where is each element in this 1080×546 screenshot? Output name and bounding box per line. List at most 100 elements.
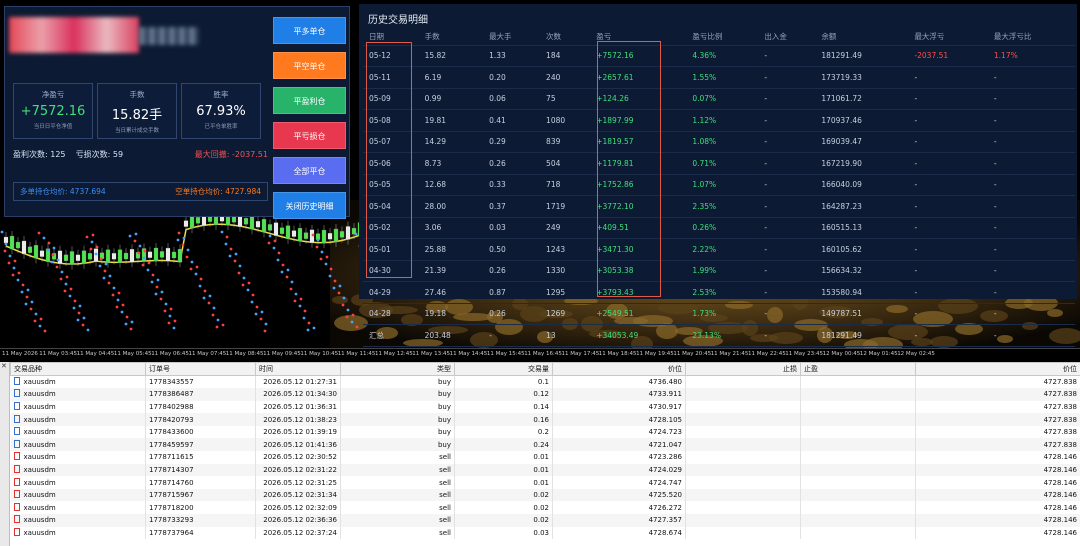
- order-cell: 1778420793: [145, 413, 256, 426]
- history-cell: 23.13%: [686, 324, 759, 347]
- order-cell: sell: [340, 451, 455, 464]
- order-marker: [319, 257, 323, 261]
- order-marker: [216, 318, 220, 322]
- order-marker: [121, 303, 125, 307]
- order-marker: [189, 267, 193, 271]
- order-marker: [12, 266, 16, 270]
- order-marker: [293, 299, 297, 303]
- order-cell: 1778711615: [145, 451, 256, 464]
- history-cell: 0.50: [483, 238, 541, 261]
- order-cell: 2026.05.12 02:32:09: [255, 501, 341, 515]
- order-marker: [268, 234, 272, 238]
- history-cell: 839: [540, 131, 591, 153]
- orders-header-cell[interactable]: 类型: [340, 362, 455, 376]
- order-row[interactable]: xauusdm 1778737964 2026.05.12 02:37:24 sell…: [10, 526, 1080, 540]
- close-short-button[interactable]: 平空单仓: [273, 52, 346, 79]
- order-cell: 4728.146: [915, 488, 1080, 502]
- order-row[interactable]: xauusdm 1778718200 2026.05.12 02:32:09 sell…: [10, 501, 1080, 515]
- order-row[interactable]: xauusdm 1778714760 2026.05.12 02:31:25 sell…: [10, 476, 1080, 489]
- close-icon[interactable]: ✕: [1, 362, 7, 370]
- close-loss-button[interactable]: 平亏损仓: [273, 122, 346, 149]
- history-cell: 汇总: [363, 324, 419, 347]
- order-symbol: xauusdm: [23, 528, 56, 537]
- history-row[interactable]: 05-08 19.81 0.41 1080 +1897.99 1.12% -170937.4…: [363, 109, 1075, 132]
- order-marker: [112, 286, 116, 290]
- order-marker: [8, 254, 12, 258]
- order-row[interactable]: xauusdm 1778711615 2026.05.12 02:30:52 sell…: [10, 451, 1080, 464]
- history-row[interactable]: 05-02 3.06 0.03 249 +409.51 0.26% -160515.13- -: [363, 217, 1075, 239]
- history-row[interactable]: 05-04 28.00 0.37 1719 +3772.10 2.35% -164287.2…: [363, 195, 1075, 218]
- history-row[interactable]: 05-05 12.68 0.33 718 +1752.86 1.07% -166040.09…: [363, 174, 1075, 196]
- orders-header-cell[interactable]: 交易量: [454, 362, 553, 376]
- chart-area[interactable]: 净盈亏 +7572.16 当日日平仓净值 手数 15.82手 当日累计成交手数 …: [0, 0, 1080, 348]
- order-marker: [306, 328, 310, 332]
- order-marker: [142, 256, 146, 260]
- order-row[interactable]: xauusdm 1778402988 2026.05.12 01:36:31 buy 0…: [10, 400, 1080, 414]
- order-marker: [160, 290, 164, 294]
- order-marker: [125, 315, 129, 319]
- time-axis-label: 11 May 21:45: [710, 351, 749, 357]
- history-cell: -: [908, 88, 988, 110]
- order-cell: 1778386487: [145, 388, 256, 401]
- order-row[interactable]: xauusdm 1778715967 2026.05.12 02:31:34 sell…: [10, 488, 1080, 502]
- avg-price-row: 多单持仓均价: 4737.694 空单持仓均价: 4727.984: [13, 182, 268, 201]
- history-cell: -: [758, 109, 816, 132]
- order-marker: [143, 249, 147, 253]
- history-cell: 0.29: [483, 131, 541, 153]
- history-row[interactable]: 05-01 25.88 0.50 1243 +3471.30 2.22% -160105.6…: [363, 238, 1075, 261]
- orders-header-cell[interactable]: 价位: [915, 362, 1080, 376]
- history-row[interactable]: 05-07 14.29 0.29 839 +1819.57 1.08% -169039.47…: [363, 131, 1075, 153]
- order-row[interactable]: xauusdm 1778386487 2026.05.12 01:34:30 buy 0…: [10, 388, 1080, 401]
- order-row[interactable]: xauusdm 1778459597 2026.05.12 01:41:36 buy 0…: [10, 438, 1080, 452]
- history-row[interactable]: 04-29 27.46 0.87 1295 +3793.43 2.53% -153580.9…: [363, 281, 1075, 304]
- history-cell: 14.29: [418, 131, 484, 153]
- time-axis-label: 11 May 10:45: [300, 351, 339, 357]
- order-row[interactable]: xauusdm 1778714307 2026.05.12 02:31:22 sell…: [10, 463, 1080, 477]
- orders-header-cell[interactable]: 止损: [685, 362, 801, 376]
- order-row[interactable]: xauusdm 1778343557 2026.05.12 01:27:31 buy 0…: [10, 375, 1080, 389]
- order-marker: [63, 289, 67, 293]
- profit-column-highlight: [597, 41, 661, 297]
- orders-header-cell[interactable]: 订单号: [145, 362, 256, 376]
- history-row[interactable]: 汇总 203.48-13 +34053.49 23.13% -181291.49- -: [363, 324, 1075, 347]
- order-cell: [685, 425, 801, 439]
- order-row[interactable]: xauusdm 1778733293 2026.05.12 02:36:36 sell…: [10, 514, 1080, 527]
- order-marker: [312, 326, 316, 330]
- history-header-cell: 最大手: [483, 28, 541, 46]
- order-cell: 4733.911: [552, 388, 686, 401]
- history-cell: -: [908, 238, 988, 261]
- order-row[interactable]: xauusdm 1778420793 2026.05.12 01:38:23 buy 0…: [10, 413, 1080, 426]
- history-cell: 149787.51: [815, 303, 909, 325]
- order-marker: [233, 259, 237, 263]
- order-cell: buy: [340, 388, 455, 401]
- orders-header-cell[interactable]: 时间: [255, 362, 341, 376]
- history-cell: 1719: [540, 195, 591, 218]
- history-cell: 153580.94: [815, 281, 909, 304]
- order-marker: [107, 281, 111, 285]
- history-cell: -: [758, 303, 816, 325]
- history-row[interactable]: 05-12 15.82 1.33 184 +7572.16 4.36% -181291.49…: [363, 45, 1075, 67]
- order-marker: [124, 322, 128, 326]
- order-cell: buy: [340, 413, 455, 426]
- close-long-button[interactable]: 平多单仓: [273, 17, 346, 44]
- history-cell: 13: [540, 324, 591, 347]
- history-row[interactable]: 05-09 0.99 0.06 75 +124.26 0.07% -171061.72- -: [363, 88, 1075, 110]
- order-row[interactable]: xauusdm 1778433600 2026.05.12 01:39:19 buy 0…: [10, 425, 1080, 439]
- order-cell: 0.02: [454, 514, 553, 527]
- history-row[interactable]: 05-11 6.19 0.20 240 +2657.61 1.55% -173719.33-…: [363, 66, 1075, 89]
- history-row[interactable]: 04-28 19.18 0.26 1269 +2549.51 1.73% -149787.5…: [363, 303, 1075, 325]
- order-marker: [134, 232, 138, 236]
- order-cell: 1778343557: [145, 375, 256, 389]
- order-cell: xauusdm: [10, 388, 146, 401]
- order-marker: [298, 304, 302, 308]
- close-profit-button[interactable]: 平盈利仓: [273, 87, 346, 114]
- order-marker: [17, 271, 21, 275]
- history-row[interactable]: 04-30 21.39 0.26 1330 +3053.38 1.99% -156634.3…: [363, 260, 1075, 282]
- time-axis-label: 11 May 20:45: [673, 351, 712, 357]
- close-history-button[interactable]: 关闭历史明细: [273, 192, 346, 219]
- history-row[interactable]: 05-06 8.73 0.26 504 +1179.81 0.71% -167219.90-…: [363, 152, 1075, 175]
- orders-header-cell[interactable]: 止盈: [800, 362, 916, 376]
- orders-header-cell[interactable]: 交易品种: [10, 362, 146, 376]
- close-all-button[interactable]: 全部平仓: [273, 157, 346, 184]
- orders-header-cell[interactable]: 价位: [552, 362, 686, 376]
